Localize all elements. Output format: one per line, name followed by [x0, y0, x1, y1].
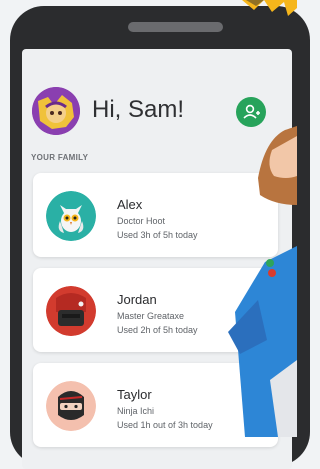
- section-title-your-family: YOUR FAMILY: [31, 153, 89, 162]
- kid-device: Master Greataxe: [117, 311, 185, 321]
- kid-name: Taylor: [117, 387, 152, 402]
- kid-usage: Used 1h out of 3h today: [117, 420, 213, 430]
- owl-avatar-icon: [46, 191, 96, 241]
- kid-avatar: [46, 191, 96, 241]
- parent-avatar-illustration: [32, 87, 80, 135]
- kid-avatar: [46, 381, 96, 431]
- parent-avatar[interactable]: [32, 87, 80, 135]
- burst-decoration: [242, 0, 297, 16]
- person-add-icon: [243, 104, 260, 119]
- ninja-avatar-icon: [46, 381, 96, 431]
- kid-name: Alex: [117, 197, 143, 212]
- add-user-button[interactable]: [236, 97, 266, 127]
- kid-name: Jordan: [117, 292, 157, 307]
- kid-device: Ninja Ichi: [117, 406, 155, 416]
- kid-avatar: [46, 286, 96, 336]
- app-screen: Hi, Sam! YOUR FAMILY Alex Doctor Hoot Us…: [22, 49, 292, 469]
- greeting-text: Hi, Sam!: [92, 96, 185, 123]
- kid-usage: Used 3h of 5h today: [117, 230, 198, 240]
- kid-usage: Used 2h of 5h today: [117, 325, 198, 335]
- family-member-card[interactable]: Alex Doctor Hoot Used 3h of 5h today: [33, 173, 278, 257]
- app-header: Hi, Sam!: [22, 49, 292, 149]
- family-member-card[interactable]: Jordan Master Greataxe Used 2h of 5h tod…: [33, 268, 278, 352]
- family-member-card[interactable]: Taylor Ninja Ichi Used 1h out of 3h toda…: [33, 363, 278, 447]
- kid-device: Doctor Hoot: [117, 216, 166, 226]
- phone-speaker: [128, 22, 223, 32]
- knight-avatar-icon: [46, 286, 96, 336]
